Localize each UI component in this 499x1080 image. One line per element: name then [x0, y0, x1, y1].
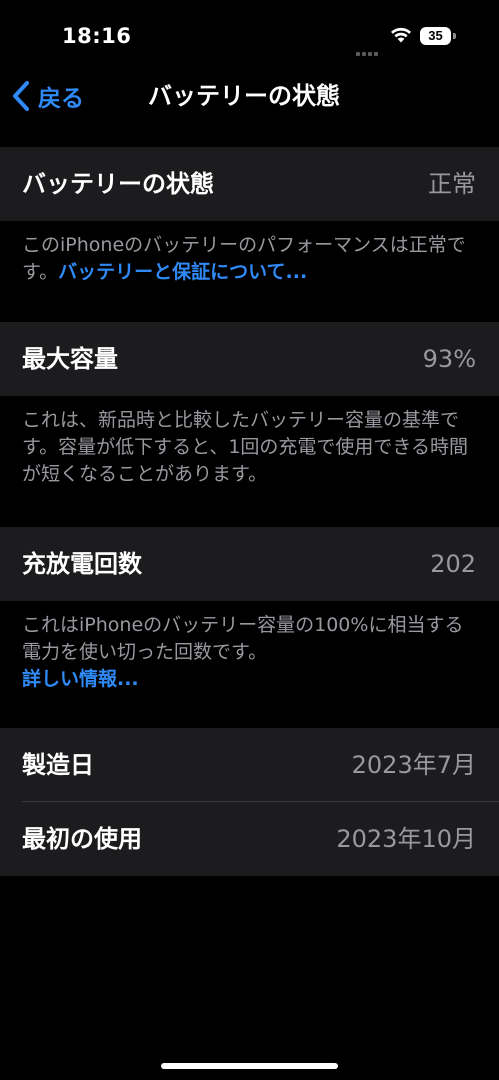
- cycle-count-footnote: これはiPhoneのバッテリー容量の100%に相当する電力を使い切った回数です。…: [22, 612, 482, 693]
- maximum-capacity-label: 最大容量: [22, 345, 118, 373]
- manufacture-date-row: 製造日 2023年7月: [0, 728, 499, 802]
- maximum-capacity-footnote: これは、新品時と比較したバッテリー容量の基準です。容量が低下すると、1回の充電で…: [22, 409, 469, 485]
- maximum-capacity-row: 最大容量 93%: [0, 322, 499, 396]
- page-title: バッテリーの状態: [148, 82, 340, 110]
- cycle-count-group: 充放電回数 202: [0, 527, 499, 601]
- first-use-row: 最初の使用 2023年10月: [0, 802, 499, 876]
- signal-icon: [356, 37, 382, 56]
- cycle-count-label: 充放電回数: [22, 550, 142, 578]
- battery-health-group: バッテリーの状態 正常: [0, 147, 499, 221]
- first-use-label: 最初の使用: [22, 825, 142, 853]
- chevron-left-icon: [13, 81, 29, 111]
- maximum-capacity-value: 93%: [422, 345, 476, 373]
- battery-icon: 35: [420, 27, 456, 45]
- status-time: 18:16: [62, 24, 132, 48]
- battery-health-label: バッテリーの状態: [22, 170, 214, 198]
- battery-level: 35: [420, 27, 451, 45]
- battery-tip: [453, 33, 456, 39]
- maximum-capacity-group: 最大容量 93%: [0, 322, 499, 396]
- back-button-label: 戻る: [38, 86, 84, 112]
- cycle-count-row: 充放電回数 202: [0, 527, 499, 601]
- first-use-value: 2023年10月: [336, 825, 476, 853]
- dates-group: 製造日 2023年7月 最初の使用 2023年10月: [0, 728, 499, 876]
- wifi-icon: [391, 27, 411, 43]
- cycle-count-footnote-text: これはiPhoneのバッテリー容量の100%に相当する電力を使い切った回数です。: [22, 614, 464, 663]
- battery-health-footnote: このiPhoneのバッテリーのパフォーマンスは正常です。バッテリーと保証について…: [22, 232, 482, 286]
- home-indicator[interactable]: [161, 1063, 338, 1069]
- manufacture-date-value: 2023年7月: [351, 751, 476, 779]
- status-bar: 18:16 35: [0, 0, 499, 72]
- battery-warranty-link[interactable]: バッテリーと保証について...: [58, 261, 307, 283]
- cycle-count-value: 202: [430, 550, 476, 578]
- learn-more-link[interactable]: 詳しい情報...: [22, 668, 139, 690]
- back-button[interactable]: 戻る: [10, 78, 84, 114]
- battery-health-row: バッテリーの状態 正常: [0, 147, 499, 221]
- manufacture-date-label: 製造日: [22, 751, 94, 779]
- battery-health-value: 正常: [428, 170, 476, 198]
